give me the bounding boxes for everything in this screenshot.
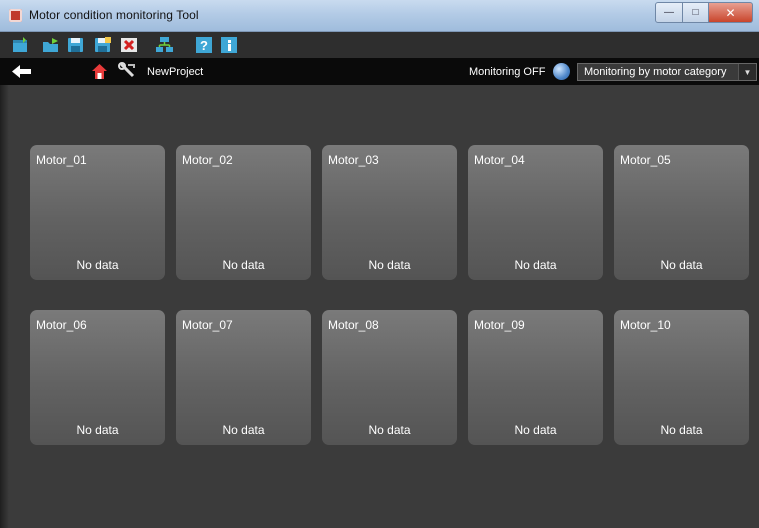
- motor-status: No data: [76, 258, 119, 272]
- toolbar: ?: [0, 32, 759, 58]
- close-window-button[interactable]: ✕: [709, 2, 753, 23]
- motor-card[interactable]: Motor_02 No data: [176, 145, 311, 280]
- app-logo-icon: [9, 9, 22, 22]
- home-icon[interactable]: [92, 64, 107, 79]
- motor-card[interactable]: Motor_03 No data: [322, 145, 457, 280]
- motor-card[interactable]: Motor_06 No data: [30, 310, 165, 445]
- motor-card[interactable]: Motor_04 No data: [468, 145, 603, 280]
- motor-card[interactable]: Motor_05 No data: [614, 145, 749, 280]
- motor-name: Motor_07: [182, 318, 233, 332]
- window-controls: — □ ✕: [655, 2, 753, 23]
- motor-card[interactable]: Motor_01 No data: [30, 145, 165, 280]
- minimize-button[interactable]: —: [655, 2, 683, 23]
- motor-status: No data: [222, 258, 265, 272]
- delete-icon[interactable]: [121, 37, 138, 53]
- network-icon[interactable]: [156, 37, 173, 53]
- motor-card[interactable]: Motor_07 No data: [176, 310, 311, 445]
- maximize-button[interactable]: □: [683, 2, 709, 23]
- motor-status: No data: [660, 258, 703, 272]
- open-project-icon[interactable]: [42, 37, 59, 53]
- back-arrow-icon[interactable]: [12, 64, 32, 79]
- motor-status: No data: [514, 423, 557, 437]
- new-project-icon[interactable]: [12, 37, 29, 53]
- motor-status: No data: [660, 423, 703, 437]
- window-title: Motor condition monitoring Tool: [29, 8, 199, 22]
- project-name: NewProject: [147, 66, 204, 78]
- monitoring-mode-select[interactable]: Monitoring by motor category ▼: [577, 63, 757, 81]
- monitoring-status: Monitoring OFF: [469, 66, 546, 78]
- motor-status: No data: [514, 258, 557, 272]
- motor-name: Motor_08: [328, 318, 379, 332]
- title-bar[interactable]: Motor condition monitoring Tool — □ ✕: [0, 0, 759, 32]
- motor-status: No data: [222, 423, 265, 437]
- motor-name: Motor_05: [620, 153, 671, 167]
- help-icon[interactable]: ?: [196, 37, 213, 53]
- motor-name: Motor_10: [620, 318, 671, 332]
- motor-name: Motor_01: [36, 153, 87, 167]
- left-edge-shadow: [0, 85, 9, 528]
- svg-text:?: ?: [200, 38, 208, 53]
- motor-status: No data: [368, 423, 411, 437]
- motor-status: No data: [368, 258, 411, 272]
- motor-card[interactable]: Motor_10 No data: [614, 310, 749, 445]
- motor-status: No data: [76, 423, 119, 437]
- info-icon[interactable]: [221, 37, 238, 53]
- motor-name: Motor_06: [36, 318, 87, 332]
- motor-name: Motor_03: [328, 153, 379, 167]
- motor-card[interactable]: Motor_08 No data: [322, 310, 457, 445]
- motor-card[interactable]: Motor_09 No data: [468, 310, 603, 445]
- chevron-down-icon[interactable]: ▼: [738, 64, 756, 80]
- tools-icon[interactable]: [118, 62, 136, 80]
- save-icon[interactable]: [67, 37, 84, 53]
- motor-name: Motor_04: [474, 153, 525, 167]
- navigation-bar: NewProject Monitoring OFF Monitoring by …: [0, 58, 759, 85]
- save-as-icon[interactable]: [94, 37, 111, 53]
- monitoring-mode-value: Monitoring by motor category: [584, 66, 727, 78]
- monitoring-toggle-icon[interactable]: [553, 63, 570, 80]
- motor-name: Motor_02: [182, 153, 233, 167]
- motor-name: Motor_09: [474, 318, 525, 332]
- app-window: Motor condition monitoring Tool — □ ✕ ?: [0, 0, 759, 528]
